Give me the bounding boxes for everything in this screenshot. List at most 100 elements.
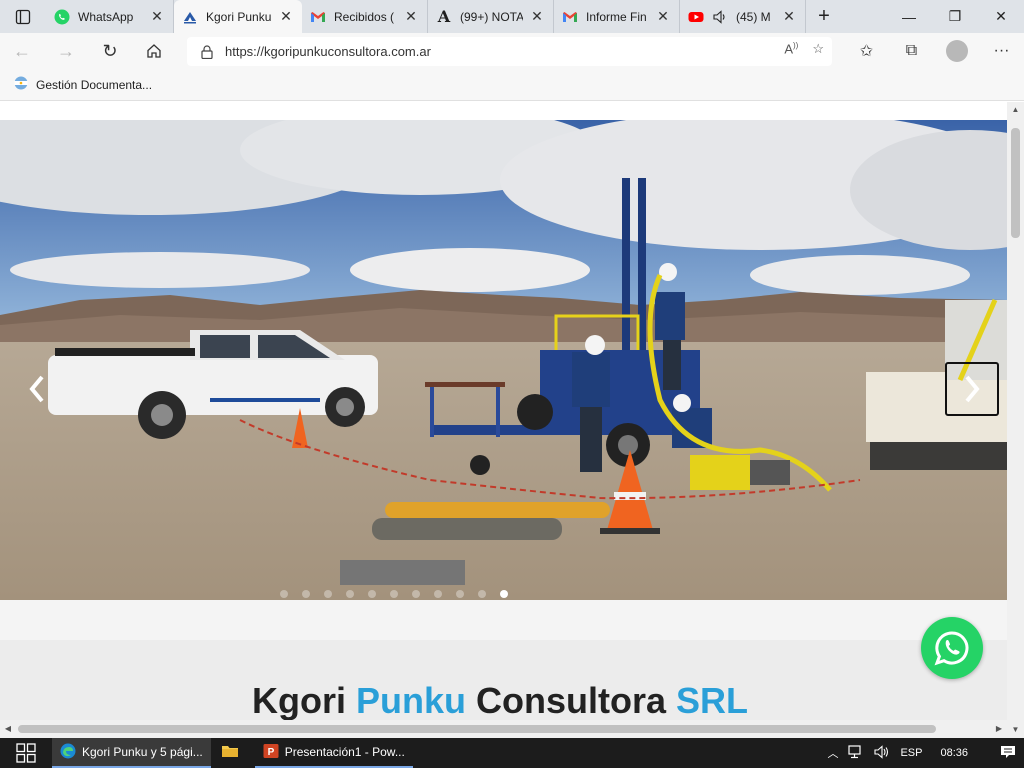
folder-icon	[221, 743, 239, 762]
scroll-up-arrow[interactable]: ▲	[1007, 102, 1024, 118]
restore-button[interactable]: ❐	[932, 0, 978, 33]
whatsapp-float-button[interactable]	[921, 617, 983, 679]
notifications-icon[interactable]	[1000, 745, 1016, 762]
edge-icon	[60, 743, 76, 762]
carousel-dot[interactable]	[390, 590, 398, 598]
clock[interactable]: 08:36	[940, 747, 968, 759]
toolbar-right: ✩ ⧉ ···	[844, 33, 1024, 69]
home-icon	[147, 44, 161, 58]
avatar	[945, 40, 968, 62]
home-button[interactable]	[132, 33, 176, 69]
whatsapp-icon	[54, 9, 70, 25]
horizontal-scrollbar[interactable]: ◀ ▶	[0, 720, 1007, 738]
tab-title: (45) M	[736, 9, 771, 24]
add-favorite-icon[interactable]: ☆	[812, 41, 824, 57]
read-aloud-icon[interactable]: A))	[784, 41, 798, 57]
taskbar-item-label: Presentación1 - Pow...	[284, 745, 405, 759]
collections-icon[interactable]: ⧉	[889, 33, 934, 69]
windows-tiles-icon	[16, 743, 36, 763]
input-language[interactable]: ESP	[900, 747, 922, 759]
tab-recibidos[interactable]: Recibidos ( ✕	[302, 0, 428, 33]
svg-text:P: P	[267, 747, 274, 758]
minimize-button[interactable]: —	[886, 0, 932, 33]
carousel-dot[interactable]	[324, 590, 332, 598]
close-tab-icon[interactable]: ✕	[781, 8, 797, 25]
tab-kgori-punku[interactable]: Kgori Punku ✕	[174, 0, 302, 33]
hero-photo-drilling-site	[0, 120, 1007, 600]
vertical-scrollbar[interactable]: ▲ ▼	[1007, 102, 1024, 738]
scroll-right-arrow[interactable]: ▶	[991, 720, 1007, 738]
window-controls: — ❐ ✕	[886, 0, 1024, 33]
argentina-flag-icon	[14, 76, 28, 93]
tab-whatsapp[interactable]: WhatsApp ✕	[46, 0, 174, 33]
carousel-dot[interactable]	[434, 590, 442, 598]
chevron-up-icon[interactable]: ︿	[827, 745, 838, 761]
tab-title: (99+) NOTA	[460, 9, 523, 24]
favorites-icon[interactable]: ✩	[844, 33, 889, 69]
speaker-icon[interactable]	[712, 9, 728, 25]
carousel-dot[interactable]	[302, 590, 310, 598]
favorite-link-gestion[interactable]: Gestión Documenta...	[36, 78, 152, 92]
close-tab-icon[interactable]: ✕	[149, 8, 165, 25]
lock-icon[interactable]	[201, 44, 213, 59]
tab-actions-button[interactable]	[0, 0, 46, 33]
new-tab-button[interactable]: +	[806, 0, 842, 33]
carousel-next-button[interactable]	[945, 362, 999, 416]
gmail-icon	[310, 9, 326, 25]
scroll-thumb[interactable]	[1011, 128, 1020, 238]
taskbar-item-powerpoint[interactable]: P Presentación1 - Pow...	[254, 738, 413, 768]
close-tab-icon[interactable]: ✕	[529, 8, 545, 25]
close-tab-icon[interactable]: ✕	[655, 8, 671, 25]
arrow-left-icon: ←	[13, 40, 31, 61]
address-bar[interactable]: https://kgoripunkuconsultora.com.ar A)) …	[187, 37, 832, 66]
refresh-icon: ↻	[102, 40, 118, 61]
tab-title: Kgori Punku	[206, 9, 272, 24]
volume-icon[interactable]	[874, 744, 890, 762]
page-viewport: Kgori Punku Consultora SRL ▲ ▼ ◀ ▶	[0, 102, 1024, 738]
carousel-indicators	[280, 590, 508, 598]
tab-informe[interactable]: Informe Fin ✕	[554, 0, 680, 33]
tab-title: WhatsApp	[78, 9, 134, 24]
youtube-icon	[688, 9, 704, 25]
close-tab-icon[interactable]: ✕	[278, 8, 294, 25]
tab-title: Informe Fin	[586, 9, 647, 24]
settings-menu-icon[interactable]: ···	[979, 33, 1024, 69]
title-part: Consultora	[466, 680, 677, 721]
title-part-accent: Punku	[355, 680, 466, 721]
carousel-prev-button[interactable]	[10, 362, 64, 416]
profile-button[interactable]	[934, 33, 979, 69]
carousel-dot[interactable]	[456, 590, 464, 598]
whatsapp-icon	[934, 631, 969, 666]
scroll-thumb[interactable]	[18, 725, 936, 733]
close-window-button[interactable]: ✕	[978, 0, 1024, 33]
page-title: Kgori Punku Consultora SRL	[0, 680, 1000, 722]
system-tray: ︿ ESP 08:36	[827, 738, 1024, 768]
carousel-dot[interactable]	[478, 590, 486, 598]
plus-icon: +	[818, 5, 830, 27]
favorites-bar: Gestión Documenta...	[0, 69, 1024, 101]
network-icon[interactable]	[848, 744, 864, 762]
address-bar-actions: A)) ☆	[784, 41, 824, 57]
carousel-dot[interactable]	[346, 590, 354, 598]
tab-youtube[interactable]: (45) M ✕	[680, 0, 806, 33]
tab-nota[interactable]: A (99+) NOTA ✕	[428, 0, 554, 33]
close-tab-icon[interactable]: ✕	[403, 8, 419, 25]
carousel-dot[interactable]	[280, 590, 288, 598]
refresh-button[interactable]: ↻	[88, 33, 132, 69]
taskbar-item-label: Kgori Punku y 5 pági...	[82, 745, 203, 759]
carousel-dot[interactable]	[368, 590, 376, 598]
back-button[interactable]: ←	[0, 33, 44, 69]
carousel-dot[interactable]	[412, 590, 420, 598]
taskbar-item-explorer[interactable]	[213, 738, 253, 768]
title-part: Kgori	[251, 680, 356, 721]
hero-carousel	[0, 120, 1007, 600]
scroll-left-arrow[interactable]: ◀	[0, 720, 16, 738]
carousel-dot-active[interactable]	[500, 590, 508, 598]
chevron-right-icon	[965, 375, 980, 403]
tab-bar: WhatsApp ✕ Kgori Punku ✕ Recibidos ( ✕ A…	[0, 0, 1024, 33]
taskbar: Kgori Punku y 5 pági... P Presentación1 …	[0, 738, 1024, 768]
scroll-down-arrow[interactable]: ▼	[1007, 722, 1024, 738]
start-button[interactable]	[0, 738, 52, 768]
taskbar-item-edge[interactable]: Kgori Punku y 5 pági...	[52, 738, 211, 768]
forward-button[interactable]: →	[44, 33, 88, 69]
